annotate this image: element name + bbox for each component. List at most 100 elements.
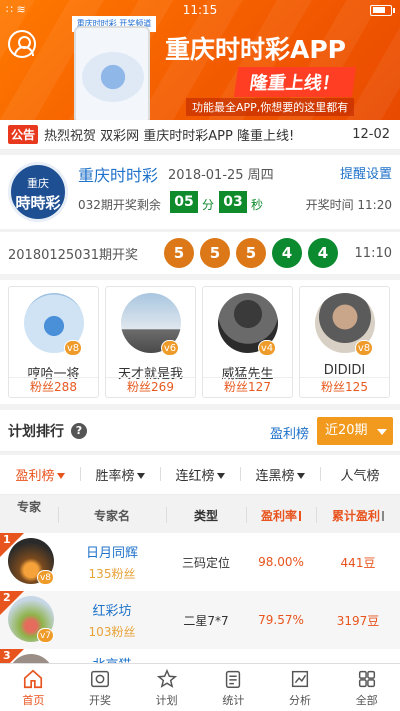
result-ball: 5 [200, 238, 230, 268]
expert-name[interactable]: 北京猫 [58, 654, 166, 663]
expert-fans: 粉丝127 [203, 377, 292, 397]
result-issue-label: 20180125031期开奖 [8, 247, 138, 263]
app-banner[interactable]: ∷ ≋ 11:15 重庆时时彩 开奖频道 APP 重庆时时彩APP 隆重上线！ … [0, 0, 400, 120]
level-badge: v8 [37, 570, 54, 585]
profit-filter-label[interactable]: 盈利榜 [270, 423, 309, 442]
sort-icon [382, 510, 384, 521]
notice-text[interactable]: 热烈祝贺 双彩网 重庆时时彩APP 隆重上线! [44, 125, 352, 144]
tab-winrate[interactable]: 胜率榜 [80, 465, 160, 484]
nav-stats[interactable]: 统计 [200, 664, 267, 711]
level-badge: v6 [161, 340, 179, 356]
sort-triangle-icon [296, 473, 305, 479]
rank-number: 2 [3, 591, 11, 604]
period-select[interactable]: 近20期 [317, 417, 393, 445]
expert-cell: 1 v8 [0, 533, 58, 591]
nav-home[interactable]: 首页 [0, 664, 67, 711]
expert-fans: 粉丝269 [106, 377, 195, 397]
lottery-info: 重庆 時時彩 重庆时时彩 2018-01-25 周四 提醒设置 032期开奖剩余… [0, 155, 400, 229]
notice-bar[interactable]: 公告 热烈祝贺 双彩网 重庆时时彩APP 隆重上线! 12-02 [0, 120, 400, 150]
star-icon [156, 668, 177, 688]
bottom-nav: 首页 开奖 计划 统计 分析 全部 [0, 663, 400, 711]
expert-fans: 粉丝288 [9, 377, 98, 397]
banner-subtitle: 功能最全APP,你想要的这里都有 [186, 98, 355, 116]
table-row[interactable]: 2 v7 红彩坊 103粉丝 二星7*7 79.57% 3197豆 [0, 591, 400, 649]
tab-popularity[interactable]: 人气榜 [320, 465, 400, 484]
col-total-profit[interactable]: 累计盈利 [316, 506, 400, 524]
profit-rate: 79.57% [258, 613, 304, 627]
plan-type: 三码定位 [181, 555, 230, 570]
expert-card[interactable]: v4 威猛先生 粉丝127 [202, 286, 293, 398]
level-badge: v8 [355, 340, 373, 356]
lottery-logo: 重庆 時時彩 [8, 162, 68, 222]
col-type: 类型 [166, 506, 246, 524]
level-badge: v7 [37, 628, 54, 643]
nav-all[interactable]: 全部 [333, 664, 400, 711]
expert-card[interactable]: v8 哼哈一将 粉丝288 [8, 286, 99, 398]
table-row[interactable]: 3 北京猫 [0, 649, 400, 663]
latest-result[interactable]: 20180125031期开奖 5 5 5 4 4 11:10 [0, 232, 400, 274]
rank-number: 3 [3, 649, 11, 662]
help-icon[interactable]: ? [71, 423, 87, 439]
second-unit: 秒 [251, 198, 264, 212]
sort-icon [299, 510, 301, 521]
plan-type: 二星7*7 [183, 613, 229, 628]
table-header: 专家 专家名 类型 盈利率 累计盈利 [0, 498, 400, 532]
expert-cards: v8 哼哈一将 粉丝288 v6 天才就是我 粉丝269 v4 威猛先生 粉丝1… [0, 280, 400, 404]
chevron-down-icon [377, 429, 387, 435]
remind-settings-link[interactable]: 提醒设置 [340, 163, 392, 182]
total-profit: 3197豆 [336, 613, 380, 628]
countdown-minutes: 05 [170, 191, 198, 213]
phone-illustration [74, 26, 150, 120]
expert-cell: 3 [0, 649, 58, 663]
grid-icon [358, 670, 375, 688]
expert-fans: 103粉丝 [88, 625, 136, 639]
expert-card[interactable]: v6 天才就是我 粉丝269 [105, 286, 196, 398]
expert-name: DIDIDI [323, 363, 366, 378]
total-profit: 441豆 [340, 555, 376, 570]
expert-name-cell: 红彩坊 103粉丝 [58, 600, 166, 640]
minute-unit: 分 [202, 198, 215, 212]
open-time: 开奖时间 11:20 [305, 198, 392, 212]
expert-fans: 粉丝125 [300, 377, 389, 397]
notice-date: 12-02 [352, 127, 390, 142]
tab-profit[interactable]: 盈利榜 [0, 465, 80, 484]
rank-tabs: 盈利榜 胜率榜 连红榜 连黑榜 人气榜 [0, 455, 400, 495]
tab-streak-win[interactable]: 连红榜 [160, 465, 240, 484]
user-icon[interactable] [8, 30, 36, 58]
period-select-value: 近20期 [325, 423, 368, 438]
col-profit-rate[interactable]: 盈利率 [246, 506, 316, 524]
clipboard-icon [226, 670, 241, 688]
level-badge: v4 [258, 340, 276, 356]
banner-tag: 隆重上线！ [233, 67, 357, 97]
tab-streak-loss[interactable]: 连黑榜 [240, 465, 320, 484]
expert-name[interactable]: 日月同辉 [58, 542, 166, 561]
table-row[interactable]: 1 v8 日月同辉 135粉丝 三码定位 98.00% 441豆 [0, 533, 400, 591]
nav-draw[interactable]: 开奖 [67, 664, 134, 711]
sort-triangle-icon [136, 473, 145, 479]
lottery-name[interactable]: 重庆时时彩 [78, 162, 158, 186]
expert-cell: 2 v7 [0, 591, 58, 649]
expert-name-cell: 北京猫 [58, 649, 166, 663]
countdown-label: 032期开奖剩余 [78, 198, 161, 212]
nav-analysis[interactable]: 分析 [267, 664, 334, 711]
col-expert-name: 专家名 [58, 506, 166, 524]
result-ball: 4 [272, 238, 302, 268]
banner-title: 重庆时时彩APP [165, 35, 346, 64]
battery-icon [370, 5, 395, 16]
plan-ranking-header: 计划排行 ? 盈利榜 近20期 [0, 410, 400, 452]
nav-plan[interactable]: 计划 [133, 664, 200, 711]
status-time: 11:15 [182, 3, 218, 17]
level-badge: v8 [64, 340, 82, 356]
col-expert: 专家 [16, 500, 41, 514]
expert-name[interactable]: 红彩坊 [58, 600, 166, 619]
rank-number: 1 [3, 533, 11, 546]
analysis-icon [291, 670, 309, 688]
result-ball: 5 [236, 238, 266, 268]
countdown-seconds: 03 [219, 191, 247, 213]
sort-triangle-icon [216, 473, 225, 479]
result-ball: 5 [164, 238, 194, 268]
sort-triangle-icon [56, 473, 65, 479]
result-time: 11:10 [354, 245, 392, 261]
lottery-draw-icon [91, 670, 109, 688]
expert-card[interactable]: v8 DIDIDI 粉丝125 [299, 286, 390, 398]
